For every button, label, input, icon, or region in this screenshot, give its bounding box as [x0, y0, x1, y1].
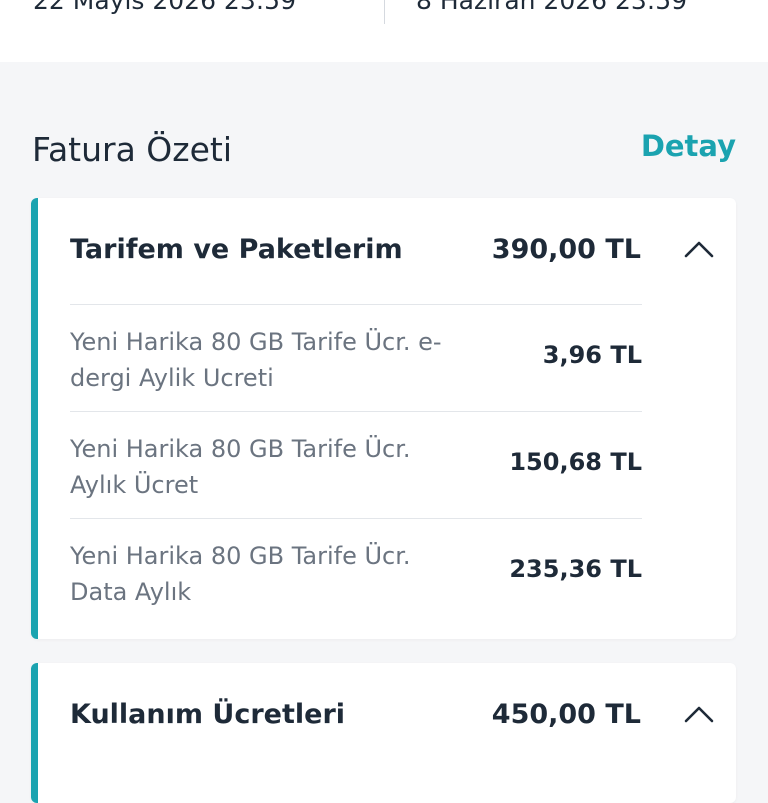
card-total-amount: 390,00 TL	[491, 234, 641, 265]
invoice-summary-title: Fatura Özeti	[32, 130, 233, 169]
tariff-packages-card: Tarifem ve Paketlerim 390,00 TL Yeni Har…	[31, 198, 736, 639]
billing-period-header: 22 Mayıs 2026 23:59 8 Haziran 2026 23:59	[0, 0, 768, 62]
period-divider	[384, 0, 385, 24]
detail-link[interactable]: Detay	[641, 129, 736, 163]
charge-amount: 235,36 TL	[509, 555, 642, 583]
tariff-packages-header[interactable]: Tarifem ve Paketlerim 390,00 TL	[31, 198, 736, 305]
period-end-date: 8 Haziran 2026 23:59	[416, 0, 688, 15]
charge-label: Yeni Harika 80 GB Tarife Ücr. Data Aylık	[70, 542, 411, 606]
charge-label: Yeni Harika 80 GB Tarife Ücr. e-dergi Ay…	[70, 328, 442, 392]
list-item: Yeni Harika 80 GB Tarife Ücr. Data Aylık…	[70, 518, 642, 625]
usage-charges-header[interactable]: Kullanım Ücretleri 450,00 TL	[31, 663, 736, 770]
charge-amount: 150,68 TL	[509, 448, 642, 476]
charge-amount: 3,96 TL	[542, 341, 642, 369]
card-title: Kullanım Ücretleri	[70, 699, 346, 730]
card-title: Tarifem ve Paketlerim	[70, 234, 403, 265]
card-total-amount: 450,00 TL	[491, 699, 641, 730]
period-start-date: 22 Mayıs 2026 23:59	[33, 0, 296, 15]
list-item: Yeni Harika 80 GB Tarife Ücr. e-dergi Ay…	[70, 304, 642, 411]
chevron-up-icon[interactable]	[684, 705, 714, 723]
list-item: Yeni Harika 80 GB Tarife Ücr. Aylık Ücre…	[70, 411, 642, 518]
charge-label: Yeni Harika 80 GB Tarife Ücr. Aylık Ücre…	[70, 435, 411, 499]
chevron-up-icon[interactable]	[684, 240, 714, 258]
usage-charges-card: Kullanım Ücretleri 450,00 TL	[31, 663, 736, 803]
charge-item-list: Yeni Harika 80 GB Tarife Ücr. e-dergi Ay…	[70, 304, 642, 625]
